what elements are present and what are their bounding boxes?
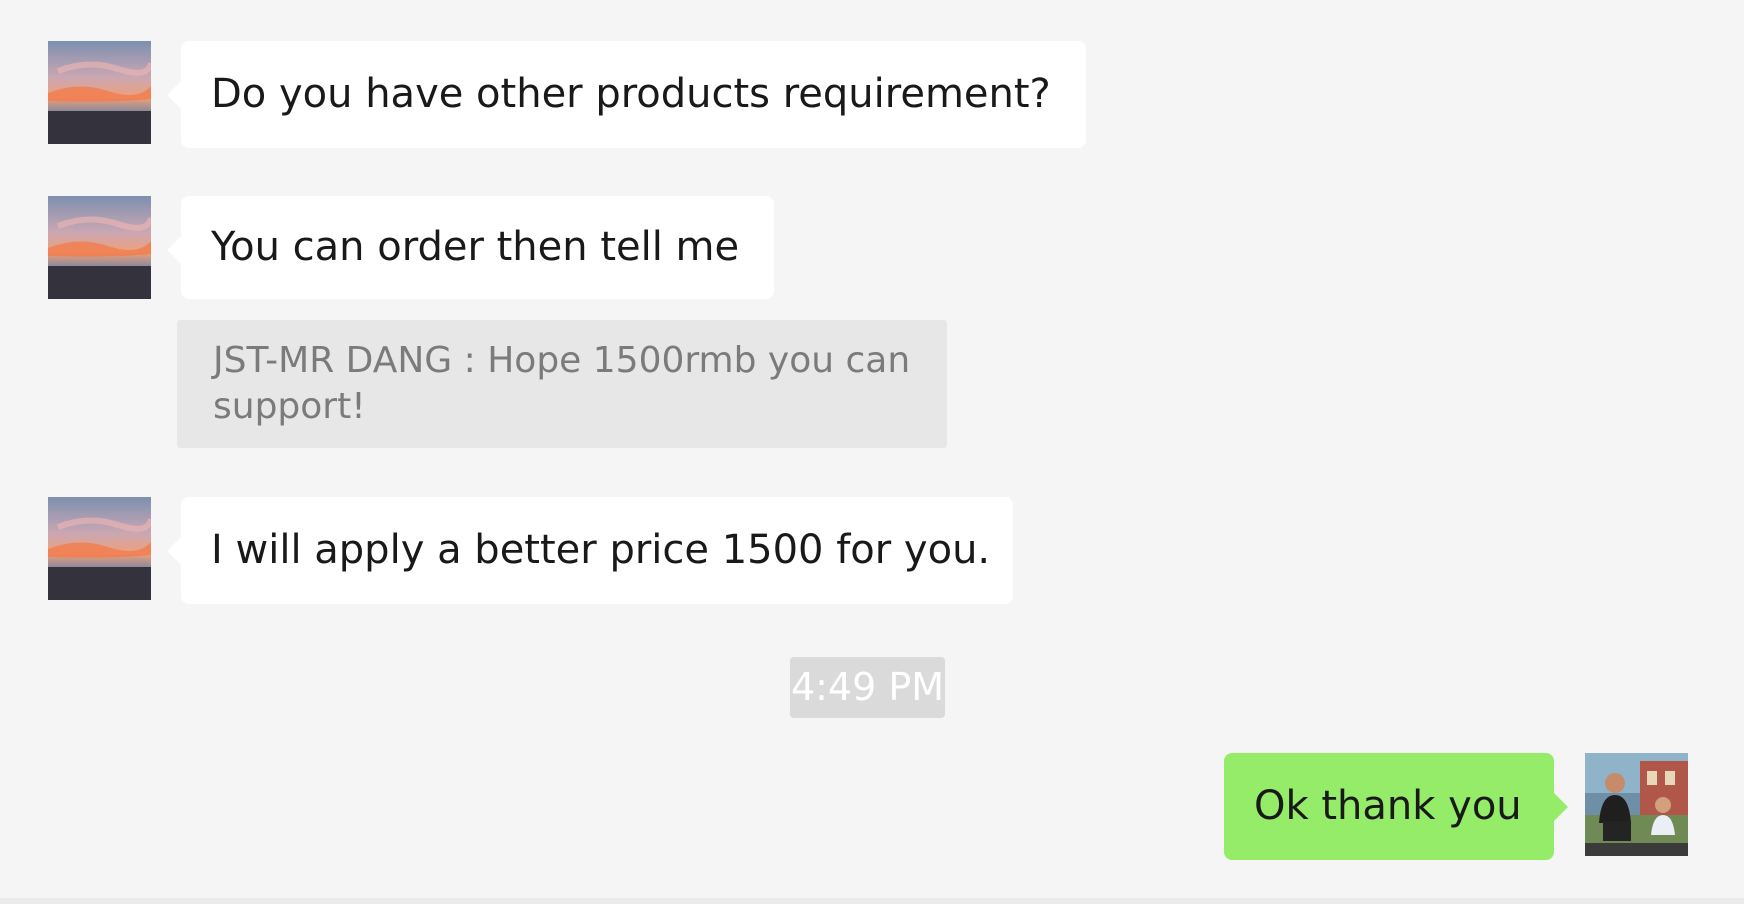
message-text: You can order then tell me [211,224,740,270]
chat-message-area[interactable]: Do you have other products requirement? … [0,0,1744,898]
sunset-avatar-icon [48,497,151,600]
message-bubble-incoming[interactable]: Do you have other products requirement? [167,41,1086,148]
timestamp-divider: 4:49 PM [790,657,945,718]
divider [0,898,1744,904]
message-text: Ok thank you [1254,783,1522,829]
message-text: Do you have other products requirement? [211,71,1051,117]
contact-avatar[interactable] [48,196,151,299]
quoted-message-text: JST-MR DANG : Hope 1500rmb you can suppo… [213,340,911,427]
quoted-message[interactable]: JST-MR DANG : Hope 1500rmb you can suppo… [177,320,947,448]
contact-avatar[interactable] [48,41,151,144]
message-bubble-outgoing[interactable]: Ok thank you [1224,753,1568,860]
message-text: I will apply a better price 1500 for you… [211,527,991,573]
sunset-avatar-icon [48,41,151,144]
contact-avatar[interactable] [48,497,151,600]
message-bubble-incoming[interactable]: You can order then tell me [167,196,774,299]
sunset-avatar-icon [48,196,151,299]
message-bubble-incoming[interactable]: I will apply a better price 1500 for you… [167,497,1013,604]
family-photo-avatar-icon [1585,753,1688,856]
own-avatar[interactable] [1585,753,1688,856]
